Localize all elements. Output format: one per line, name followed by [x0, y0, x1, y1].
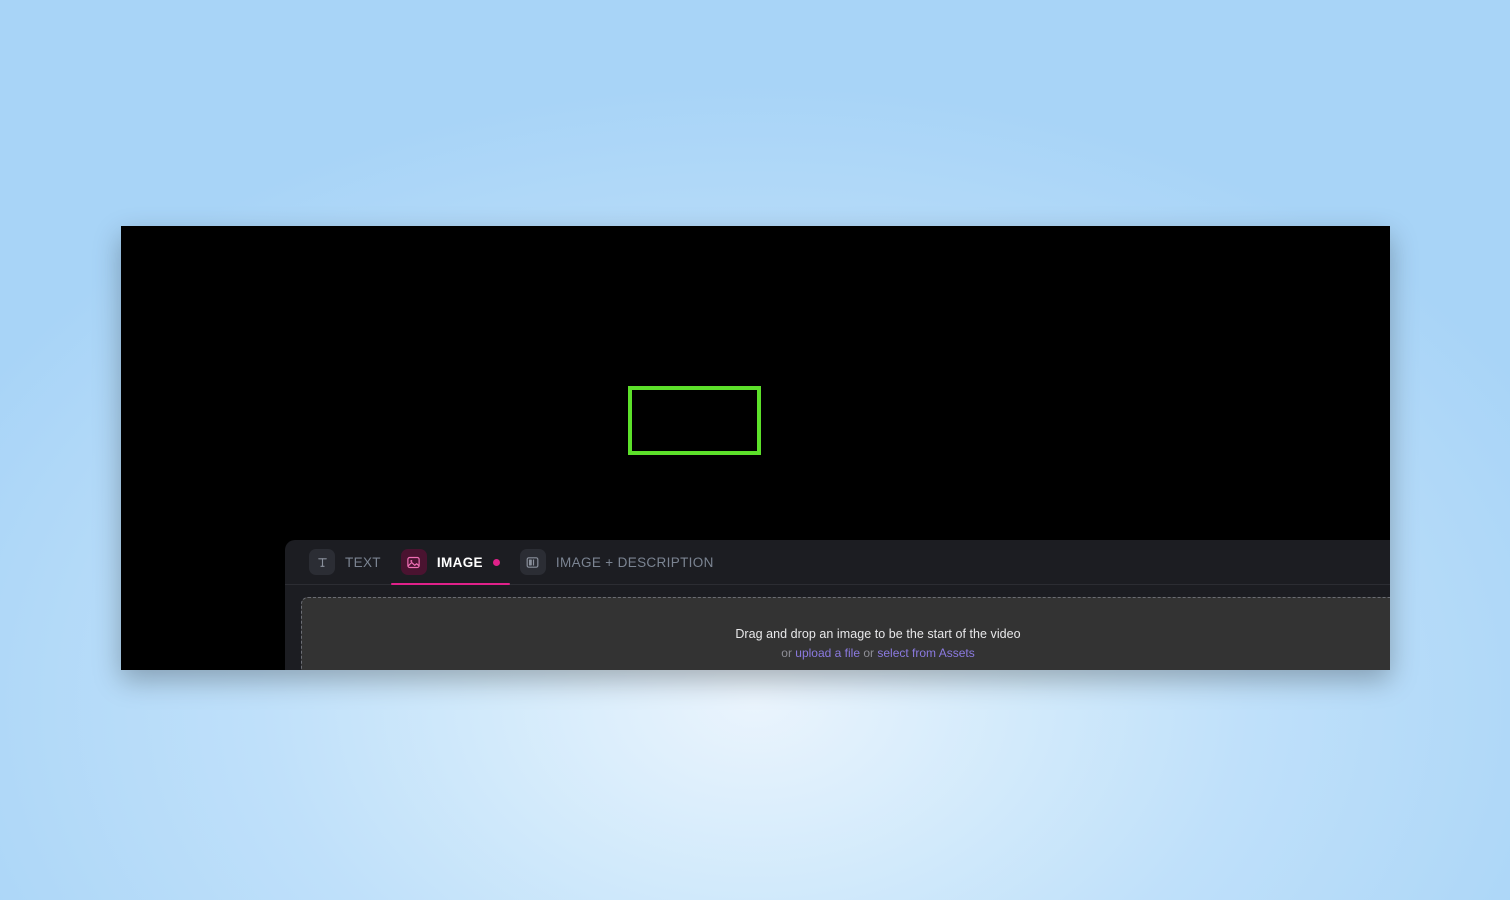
tab-text[interactable]: TEXT — [299, 540, 391, 585]
generator-panel: TEXT IMAGE IMAGE + DESCRIPTION Drag and … — [285, 540, 1390, 670]
image-dropzone[interactable]: Drag and drop an image to be the start o… — [301, 597, 1390, 670]
dropzone-or-middle: or — [863, 645, 875, 660]
image-picture-icon — [400, 549, 427, 575]
dropzone-primary-text: Drag and drop an image to be the start o… — [735, 626, 1021, 641]
tab-image-description[interactable]: IMAGE + DESCRIPTION — [510, 540, 724, 585]
split-panel-icon — [519, 549, 546, 575]
tab-image[interactable]: IMAGE — [390, 540, 510, 585]
text-t-icon — [309, 549, 335, 575]
app-window: TEXT IMAGE IMAGE + DESCRIPTION Drag and … — [121, 226, 1390, 670]
select-from-assets-link[interactable]: select from Assets — [877, 646, 974, 660]
tab-image-status-dot — [492, 558, 500, 566]
dropzone-or-prefix: or — [781, 645, 792, 660]
tab-text-label: TEXT — [345, 554, 381, 570]
tab-bar: TEXT IMAGE IMAGE + DESCRIPTION — [285, 540, 1390, 585]
upload-file-link[interactable]: upload a file — [795, 646, 860, 660]
tab-image-description-label: IMAGE + DESCRIPTION — [555, 554, 714, 570]
dropzone-secondary-text: or upload a file or select from Assets — [781, 646, 974, 660]
tab-active-underline — [390, 582, 510, 585]
dropzone-container: Drag and drop an image to be the start o… — [285, 585, 1390, 670]
tab-image-label: IMAGE — [436, 554, 483, 570]
